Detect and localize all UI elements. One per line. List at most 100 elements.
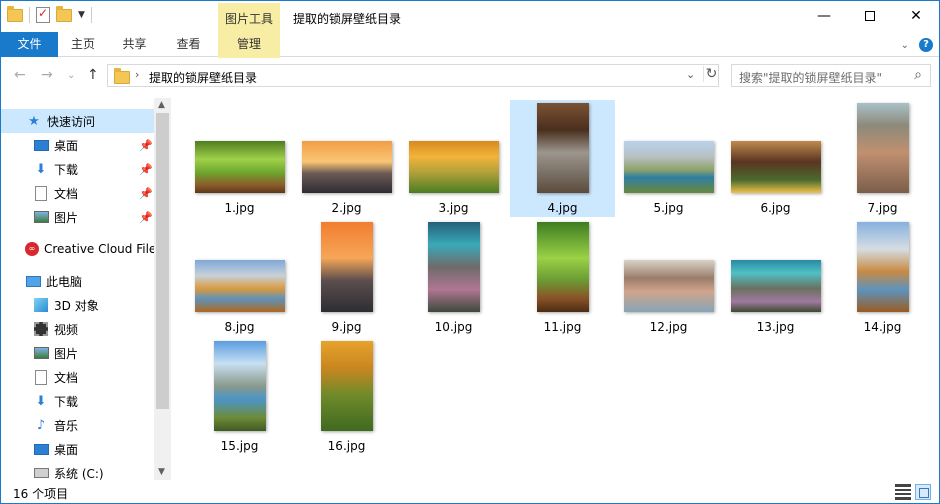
sidebar-item-label: 3D 对象	[54, 298, 99, 313]
address-dropdown-icon[interactable]: ⌄	[686, 68, 695, 81]
file-name: 11.jpg	[543, 320, 582, 334]
image-thumbnail	[536, 222, 589, 312]
file-name: 9.jpg	[331, 320, 362, 334]
close-button[interactable]: ✕	[893, 1, 939, 31]
address-bar[interactable]: › 提取的锁屏壁纸目录 ⌄ ↻	[107, 64, 719, 87]
file-item-15[interactable]: 15.jpg	[187, 338, 292, 455]
file-item-16[interactable]: 16.jpg	[294, 338, 399, 455]
folder-icon	[7, 5, 23, 22]
sidebar-item-quick-access[interactable]: ★ 快速访问	[1, 109, 154, 133]
address-row: ← → ⌄ ↑ › 提取的锁屏壁纸目录 ⌄ ↻ 搜索"提取的锁屏壁纸目录" ⌕	[1, 58, 939, 93]
sidebar-item-music[interactable]: ♪ 音乐	[1, 413, 154, 437]
scroll-down-icon[interactable]: ▼	[158, 467, 165, 477]
details-view-icon[interactable]	[895, 484, 911, 500]
picture-icon	[33, 209, 49, 225]
sidebar-item-label: 桌面	[54, 138, 79, 153]
desktop-icon	[33, 137, 49, 153]
sidebar-item-desktop[interactable]: 桌面 📌	[1, 133, 154, 157]
sidebar-item-pictures[interactable]: 图片 📌	[1, 205, 154, 229]
ribbon-controls: ⌄ ?	[901, 38, 933, 52]
sidebar-item-label: Creative Cloud File	[44, 242, 157, 256]
sidebar-item-creative-cloud[interactable]: ∞ Creative Cloud File	[1, 237, 157, 261]
sidebar-item-videos[interactable]: 视频	[1, 317, 154, 341]
path-chevron-icon[interactable]: ›	[135, 68, 139, 81]
minimize-button[interactable]: —	[801, 1, 847, 31]
sidebar-item-documents[interactable]: 文档 📌	[1, 181, 154, 205]
title-bar: ▼ 图片工具 提取的锁屏壁纸目录 — ✕	[1, 1, 939, 59]
tab-share[interactable]: 共享	[108, 32, 161, 57]
image-thumbnail	[856, 103, 909, 193]
file-item-14[interactable]: 14.jpg	[830, 219, 935, 336]
up-icon[interactable]: ↑	[87, 67, 99, 83]
properties-icon[interactable]	[36, 6, 50, 23]
file-item-1[interactable]: 1.jpg	[187, 100, 292, 217]
new-folder-icon[interactable]	[56, 5, 72, 22]
image-thumbnail	[301, 141, 392, 193]
pin-icon[interactable]: 📌	[139, 211, 153, 224]
file-name: 6.jpg	[760, 201, 791, 215]
file-item-7[interactable]: 7.jpg	[830, 100, 935, 217]
sidebar-item-downloads[interactable]: ⬇ 下载 📌	[1, 157, 154, 181]
file-item-2[interactable]: 2.jpg	[294, 100, 399, 217]
file-name: 13.jpg	[756, 320, 795, 334]
expand-ribbon-icon[interactable]: ⌄	[901, 40, 909, 51]
large-icons-view-icon[interactable]	[915, 484, 931, 500]
back-icon[interactable]: ←	[14, 67, 26, 83]
search-placeholder: 搜索"提取的锁屏壁纸目录"	[739, 71, 883, 85]
sidebar-item-label: 音乐	[54, 418, 79, 433]
tab-home[interactable]: 主页	[58, 32, 108, 57]
maximize-button[interactable]	[847, 1, 893, 31]
file-item-9[interactable]: 9.jpg	[294, 219, 399, 336]
sidebar-item-3d-objects[interactable]: 3D 对象	[1, 293, 154, 317]
sidebar-item-label: 视频	[54, 322, 79, 337]
search-icon[interactable]: ⌕	[914, 67, 922, 83]
nav-pane-scrollbar[interactable]: ▲ ▼	[154, 98, 171, 480]
recent-locations-icon[interactable]: ⌄	[67, 70, 75, 81]
help-icon[interactable]: ?	[919, 38, 933, 52]
pin-icon[interactable]: 📌	[139, 139, 153, 152]
refresh-icon[interactable]: ↻	[703, 66, 719, 82]
customize-toolbar-icon[interactable]: ▼	[78, 10, 85, 20]
image-thumbnail	[536, 103, 589, 193]
file-item-5[interactable]: 5.jpg	[616, 100, 721, 217]
pin-icon[interactable]: 📌	[139, 163, 153, 176]
drive-icon	[33, 465, 49, 480]
sidebar-item-system-drive[interactable]: 系统 (C:)	[1, 461, 154, 480]
sidebar-item-downloads-pc[interactable]: ⬇ 下载	[1, 389, 154, 413]
file-item-8[interactable]: 8.jpg	[187, 219, 292, 336]
file-item-12[interactable]: 12.jpg	[616, 219, 721, 336]
file-item-10[interactable]: 10.jpg	[401, 219, 506, 336]
tab-file[interactable]: 文件	[1, 32, 58, 57]
file-item-3[interactable]: 3.jpg	[401, 100, 506, 217]
image-thumbnail	[623, 141, 714, 193]
pin-icon[interactable]: 📌	[139, 187, 153, 200]
address-path[interactable]: 提取的锁屏壁纸目录	[149, 69, 257, 86]
image-thumbnail	[213, 341, 266, 431]
toolbar-separator	[90, 7, 92, 23]
file-name: 7.jpg	[867, 201, 898, 215]
sidebar-item-this-pc[interactable]: 此电脑	[1, 269, 154, 293]
sidebar-item-documents-pc[interactable]: 文档	[1, 365, 154, 389]
file-item-13[interactable]: 13.jpg	[723, 219, 828, 336]
scrollbar-thumb[interactable]	[156, 113, 169, 409]
search-input[interactable]: 搜索"提取的锁屏壁纸目录" ⌕	[731, 64, 931, 87]
desktop-icon	[33, 441, 49, 457]
file-name: 2.jpg	[331, 201, 362, 215]
status-bar: 16 个项目	[1, 480, 939, 503]
scroll-up-icon[interactable]: ▲	[158, 100, 165, 110]
tab-view[interactable]: 查看	[161, 32, 216, 57]
tab-manage[interactable]: 管理	[218, 32, 280, 57]
toolbar-separator	[29, 7, 30, 23]
file-item-11[interactable]: 11.jpg	[510, 219, 615, 336]
file-item-6[interactable]: 6.jpg	[723, 100, 828, 217]
download-icon: ⬇	[35, 393, 47, 409]
forward-icon[interactable]: →	[41, 67, 53, 83]
file-name: 5.jpg	[653, 201, 684, 215]
explorer-window: ▼ 图片工具 提取的锁屏壁纸目录 — ✕ 文件 主页 共享 查看 管理 ⌄ ? …	[0, 0, 940, 504]
file-name: 3.jpg	[438, 201, 469, 215]
file-item-4[interactable]: 4.jpg	[510, 100, 615, 217]
sidebar-item-pictures-pc[interactable]: 图片	[1, 341, 154, 365]
sidebar-item-desktop-pc[interactable]: 桌面	[1, 437, 154, 461]
sidebar-item-label: 文档	[54, 186, 79, 201]
item-count: 16 个项目	[13, 487, 69, 501]
